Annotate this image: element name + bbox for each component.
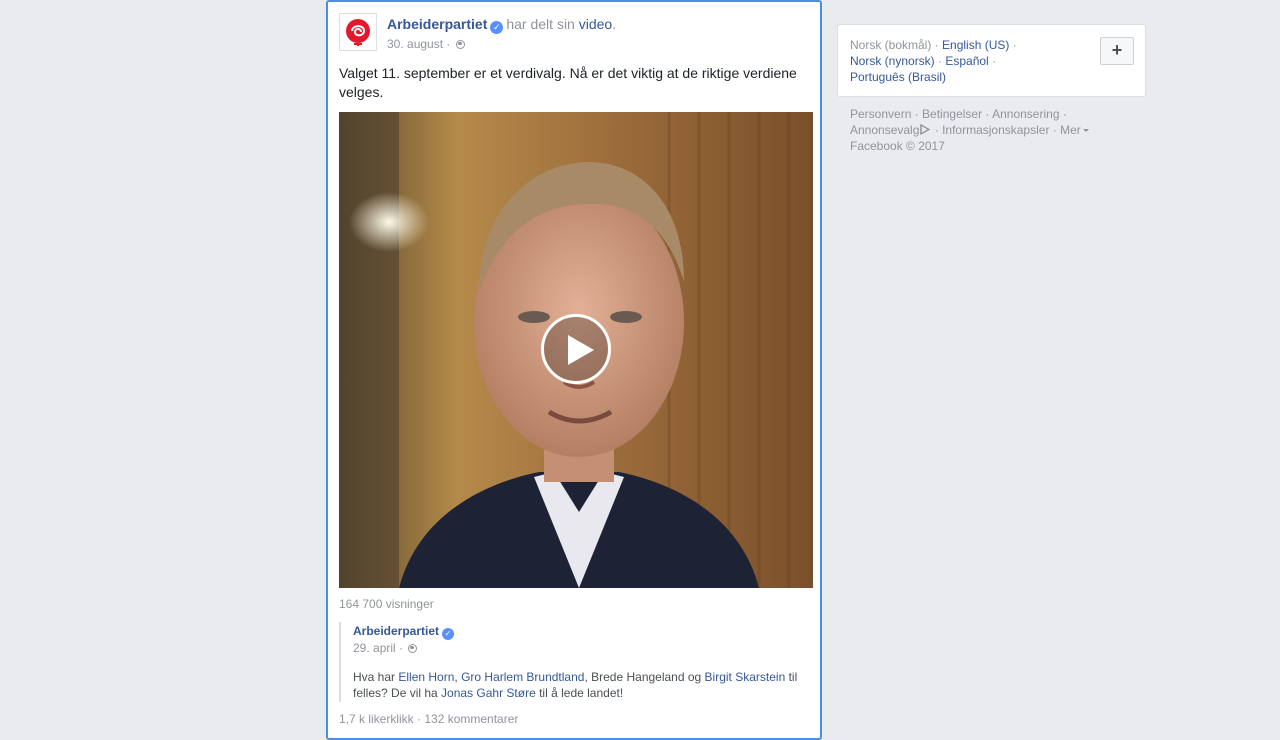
footer-link-cookies[interactable]: Informasjonskapsler (942, 123, 1049, 137)
separator: · (934, 54, 946, 68)
date-separator: · (446, 37, 451, 51)
play-icon (568, 335, 594, 365)
current-language: Norsk (bokmål) (850, 38, 932, 52)
footer-link-advertising[interactable]: Annonsering (992, 107, 1059, 121)
tag-link-birgit-skarstein[interactable]: Birgit Skarstein (705, 670, 786, 684)
language-option-portugues[interactable]: Português (Brasil) (850, 70, 946, 84)
post-header: Arbeiderpartiet ✓ har delt sin video. 30. … (339, 13, 809, 57)
adchoices-icon (920, 124, 931, 135)
shared-period: . (612, 16, 617, 32)
chevron-down-icon (1082, 129, 1089, 132)
quoted-author-line: Arbeiderpartiet ✓ (353, 624, 457, 640)
footer-link-terms[interactable]: Betingelser (922, 107, 982, 121)
tag-link-jonas-gahr-store[interactable]: Jonas Gahr Støre (441, 686, 536, 700)
quoted-text-part: Hva har (353, 670, 399, 684)
video-player[interactable] (339, 112, 813, 588)
footer: Personvern · Betingelser · Annonsering ·… (850, 106, 1150, 154)
footer-link-privacy[interactable]: Personvern (850, 107, 911, 121)
page-name-link[interactable]: Arbeiderpartiet (387, 16, 487, 32)
separator: · (1009, 38, 1017, 52)
globe-icon (455, 40, 465, 49)
verified-check-icon: ✓ (490, 21, 504, 34)
page-avatar[interactable] (339, 13, 377, 51)
language-list: Norsk (bokmål) · English (US) · Norsk (n… (850, 37, 1090, 85)
separator: · (911, 107, 923, 121)
post-body-text: Valget 11. september er et verdivalg. Nå… (339, 65, 797, 100)
globe-icon (408, 644, 418, 653)
quoted-text-part: til å lede landet! (535, 686, 624, 700)
footer-link-more[interactable]: Mer (1060, 123, 1081, 137)
separator: · (1059, 107, 1067, 121)
shared-text: har delt sin (506, 16, 575, 32)
quoted-text-part: , Brede Hangeland og (584, 670, 705, 684)
footer-link-adchoices[interactable]: Annonsevalg (850, 123, 919, 137)
quoted-post[interactable]: Arbeiderpartiet ✓ 29. april · Hva har Ell… (339, 622, 809, 702)
view-count: 164 700 visninger (339, 597, 434, 611)
separator: · (1049, 123, 1061, 137)
verified-check-icon: ✓ (442, 628, 455, 640)
play-button[interactable] (541, 314, 611, 384)
engagement-stats[interactable]: 1,7 k likerklikk · 132 kommentarer (339, 712, 518, 726)
language-option-nynorsk[interactable]: Norsk (nynorsk) (850, 54, 935, 68)
post-date-link[interactable]: 30. august (387, 37, 443, 51)
quoted-date[interactable]: 29. april (353, 641, 396, 655)
date-separator: · (399, 641, 404, 655)
copyright: Facebook © 2017 (850, 139, 945, 153)
language-option-espanol[interactable]: Español (945, 54, 988, 68)
quoted-text: Hva har Ellen Horn, Gro Harlem Brundtlan… (353, 669, 803, 701)
tag-link-ellen-horn[interactable]: Ellen Horn (398, 670, 454, 684)
separator: · (982, 107, 993, 121)
language-selector-box: Norsk (bokmål) · English (US) · Norsk (n… (837, 24, 1146, 97)
separator: · (931, 38, 943, 52)
quoted-date-line: 29. april · (353, 641, 418, 655)
add-language-button[interactable]: + (1100, 37, 1134, 65)
quoted-page-name[interactable]: Arbeiderpartiet (353, 624, 439, 638)
separator: · (931, 123, 943, 137)
rose-logo-icon (346, 19, 370, 46)
video-post-card: Arbeiderpartiet ✓ har delt sin video. 30. … (326, 0, 822, 740)
language-option-english[interactable]: English (US) (942, 38, 1009, 52)
shared-video-link[interactable]: video (579, 16, 612, 32)
tag-link-gro-harlem-brundtland[interactable]: Gro Harlem Brundtland (461, 670, 584, 684)
post-date-line: 30. august · (387, 36, 465, 52)
post-author-line: Arbeiderpartiet ✓ har delt sin video. (387, 15, 616, 34)
separator: · (988, 54, 997, 68)
